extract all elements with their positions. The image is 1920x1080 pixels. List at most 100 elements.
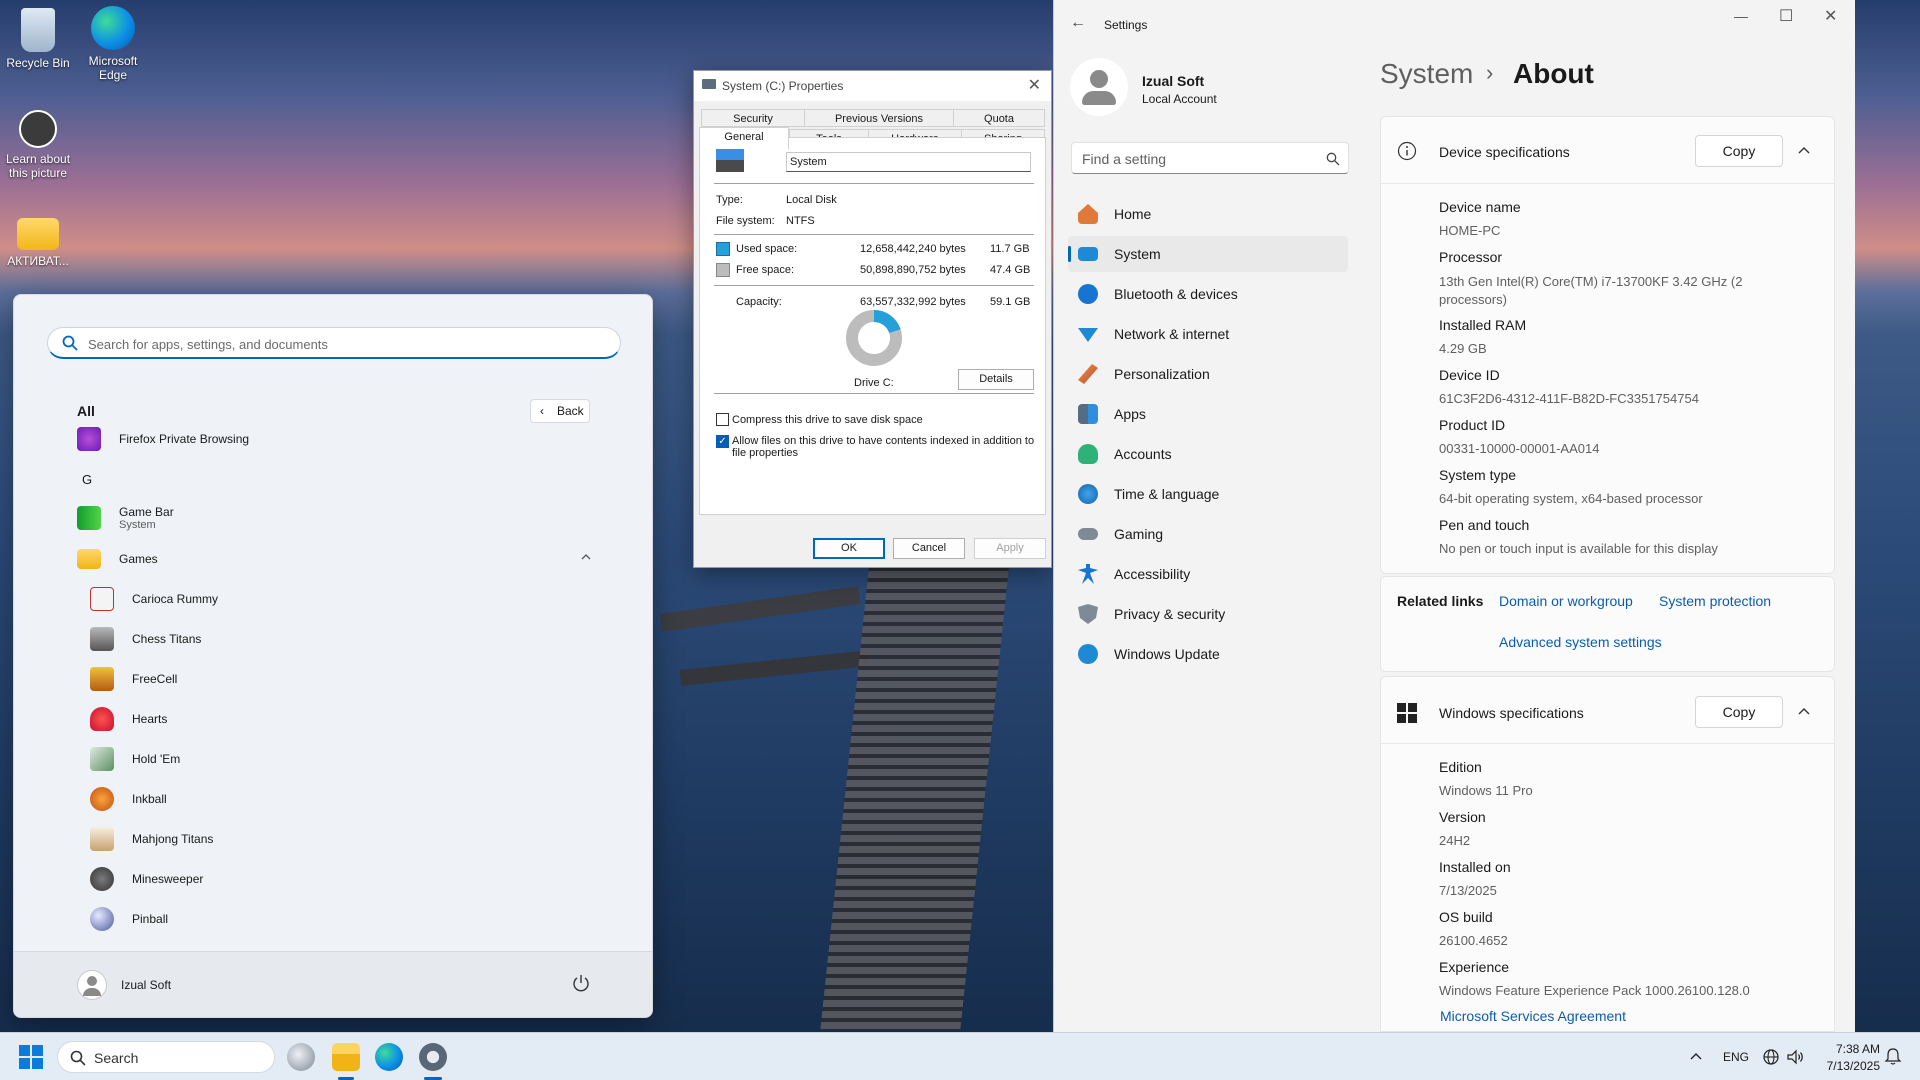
language-indicator[interactable]: ENG	[1723, 1050, 1749, 1064]
spec-value[interactable]: 61C3F2D6-4312-411F-B82D-FC3351754754	[1439, 391, 1699, 406]
nav-bluetooth[interactable]: Bluetooth & devices	[1068, 276, 1348, 312]
spec-value[interactable]: 00331-10000-00001-AA014	[1439, 441, 1599, 456]
tab-general[interactable]: General	[699, 127, 789, 149]
nav-gaming[interactable]: Gaming	[1068, 516, 1348, 552]
tab-security[interactable]: Security	[701, 109, 805, 127]
app-label: Chess Titans	[132, 632, 202, 646]
advanced-settings-link[interactable]: Advanced system settings	[1499, 634, 1662, 650]
index-checkbox[interactable]: ✓	[716, 435, 729, 448]
desktop-icon-edge[interactable]: Microsoft Edge	[73, 6, 153, 82]
start-button[interactable]	[17, 1043, 45, 1071]
ok-button[interactable]: OK	[813, 538, 885, 559]
app-item[interactable]: Chess Titans	[90, 621, 201, 657]
chevron-up-icon[interactable]	[1797, 145, 1811, 155]
notification-bell-icon[interactable]	[1884, 1047, 1902, 1067]
taskbar-search[interactable]: Search	[57, 1041, 275, 1073]
nav-windows-update[interactable]: Windows Update	[1068, 636, 1348, 672]
free-space-gb: 47.4 GB	[990, 264, 1031, 276]
desktop-icon-folder[interactable]: АКТИВАТ...	[0, 212, 78, 268]
brush-icon	[1078, 364, 1098, 384]
maximize-icon[interactable]: ☐	[1779, 6, 1793, 26]
app-item[interactable]: Game Bar System	[77, 500, 174, 536]
avatar[interactable]	[77, 970, 107, 1000]
find-placeholder: Find a setting	[1082, 151, 1167, 167]
details-button[interactable]: Details	[958, 369, 1034, 390]
nav-apps[interactable]: Apps	[1068, 396, 1348, 432]
app-item[interactable]: Inkball	[90, 781, 167, 817]
breadcrumb-system[interactable]: System	[1380, 58, 1473, 90]
nav-system[interactable]: System	[1068, 236, 1348, 272]
windows-logo-icon	[1397, 703, 1417, 723]
spec-value[interactable]: HOME-PC	[1439, 223, 1500, 238]
spec-value[interactable]: 24H2	[1439, 833, 1470, 848]
folder-games[interactable]: Games	[77, 541, 158, 577]
nav-accounts[interactable]: Accounts	[1068, 436, 1348, 472]
domain-workgroup-link[interactable]: Domain or workgroup	[1499, 593, 1633, 609]
spec-value[interactable]: Windows Feature Experience Pack 1000.261…	[1439, 983, 1750, 998]
find-setting-input[interactable]: Find a setting	[1071, 142, 1349, 174]
divider	[714, 393, 1034, 394]
spec-value[interactable]: Windows 11 Pro	[1439, 783, 1533, 798]
close-icon[interactable]: ✕	[1028, 71, 1041, 101]
clock-date[interactable]: 7/13/2025	[1815, 1059, 1880, 1073]
app-item[interactable]: FreeCell	[90, 661, 177, 697]
tab-quota[interactable]: Quota	[953, 109, 1045, 127]
chevron-up-icon[interactable]	[1689, 1051, 1703, 1061]
power-icon[interactable]	[572, 974, 590, 992]
close-icon[interactable]: ✕	[1824, 6, 1837, 26]
apply-button[interactable]: Apply	[974, 538, 1046, 559]
search-icon	[1326, 152, 1340, 166]
app-item[interactable]: Hearts	[90, 701, 167, 737]
start-search-box[interactable]: Search for apps, settings, and documents	[47, 327, 621, 359]
nav-time-language[interactable]: Time & language	[1068, 476, 1348, 512]
compress-checkbox[interactable]	[716, 413, 729, 426]
app-item[interactable]: Hold 'Em	[90, 741, 180, 777]
app-item[interactable]: Mahjong Titans	[90, 821, 213, 857]
game-bar-icon	[77, 506, 101, 530]
copy-device-specs-button[interactable]: Copy	[1695, 135, 1783, 167]
file-explorer-icon[interactable]	[332, 1043, 360, 1071]
section-letter[interactable]: G	[82, 461, 92, 497]
spec-value[interactable]: 13th Gen Intel(R) Core(TM) i7-13700KF 3.…	[1439, 273, 1769, 309]
copy-windows-specs-button[interactable]: Copy	[1695, 696, 1783, 728]
app-item[interactable]: Firefox Private Browsing	[77, 421, 249, 457]
nav-network[interactable]: Network & internet	[1068, 316, 1348, 352]
minimize-icon[interactable]: —	[1734, 8, 1748, 24]
avatar[interactable]	[1070, 58, 1128, 116]
spec-value[interactable]: 4.29 GB	[1439, 341, 1487, 356]
tab-previous-versions[interactable]: Previous Versions	[804, 109, 954, 127]
nav-label: Gaming	[1114, 526, 1164, 542]
volume-icon[interactable]	[1786, 1048, 1804, 1066]
app-item[interactable]: Minesweeper	[90, 861, 203, 897]
edge-icon[interactable]	[375, 1043, 403, 1071]
settings-gear-icon[interactable]	[419, 1043, 447, 1071]
spec-label: Processor	[1439, 249, 1503, 265]
user-name[interactable]: Izual Soft	[121, 978, 171, 992]
avatar-body	[1082, 91, 1116, 105]
back-button[interactable]: ‹ Back	[530, 399, 590, 423]
nav-personalization[interactable]: Personalization	[1068, 356, 1348, 392]
chevron-up-icon[interactable]	[1797, 706, 1811, 716]
chevron-up-icon[interactable]	[580, 553, 592, 561]
drive-label-input[interactable]: System	[786, 152, 1031, 172]
nav-accessibility[interactable]: Accessibility	[1068, 556, 1348, 592]
spec-value[interactable]: 64-bit operating system, x64-based proce…	[1439, 491, 1703, 506]
spec-value[interactable]: No pen or touch input is available for t…	[1439, 541, 1718, 556]
back-arrow-icon[interactable]: ←	[1070, 14, 1086, 32]
system-protection-link[interactable]: System protection	[1659, 593, 1771, 609]
cancel-button[interactable]: Cancel	[893, 538, 965, 559]
spec-value[interactable]: 7/13/2025	[1439, 883, 1497, 898]
desktop-icon-recycle-bin[interactable]: Recycle Bin	[0, 8, 78, 70]
app-label: Inkball	[132, 792, 167, 806]
clock-time[interactable]: 7:38 AM	[1830, 1042, 1880, 1056]
nav-privacy[interactable]: Privacy & security	[1068, 596, 1348, 632]
nav-home[interactable]: Home	[1068, 196, 1348, 232]
inkball-icon	[90, 787, 114, 811]
network-globe-icon[interactable]	[1762, 1048, 1780, 1066]
copilot-icon[interactable]	[287, 1043, 315, 1071]
app-item[interactable]: Carioca Rummy	[90, 581, 218, 617]
app-item[interactable]: Pinball	[90, 901, 168, 937]
spec-value[interactable]: 26100.4652	[1439, 933, 1508, 948]
desktop-icon-learn-picture[interactable]: Learn about this picture	[0, 110, 78, 180]
services-agreement-link[interactable]: Microsoft Services Agreement	[1440, 1008, 1626, 1024]
